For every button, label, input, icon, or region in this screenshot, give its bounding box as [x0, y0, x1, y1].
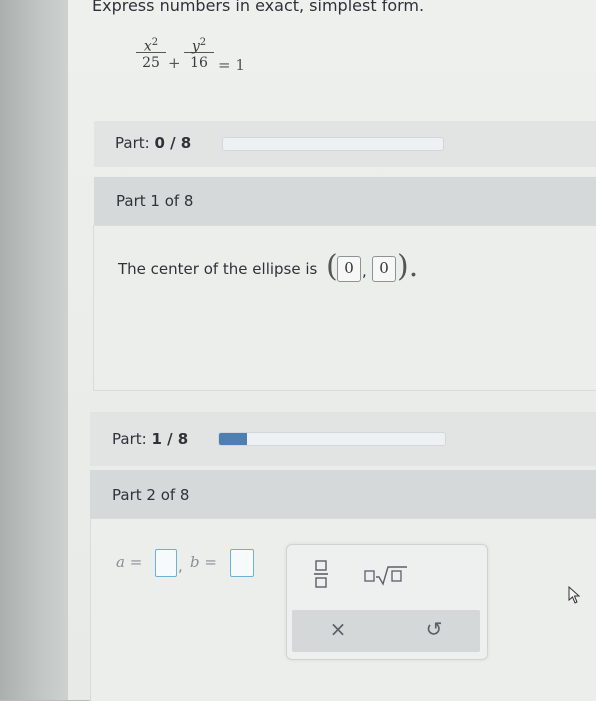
undo-icon[interactable]: ↺ — [424, 617, 444, 641]
open-paren: ( — [326, 249, 338, 284]
progress-prefix-mid: Part: — [112, 430, 152, 448]
part1-content — [93, 225, 596, 391]
instruction-text: Express numbers in exact, simplest form. — [92, 0, 425, 15]
fraction-x: x2 25 — [136, 34, 166, 72]
ab-comma: , — [178, 557, 183, 575]
plus-sign: + — [168, 54, 181, 72]
a-input[interactable] — [155, 549, 177, 577]
progress-prefix: Part: — [115, 134, 155, 152]
x-denominator: 25 — [142, 55, 160, 71]
toolpad-action-bar — [292, 610, 480, 652]
progress-bar-mid — [218, 432, 446, 446]
mouse-pointer-icon — [568, 585, 582, 604]
x-variable: x — [143, 38, 152, 55]
center-statement: The center of the ellipse is — [118, 260, 318, 278]
equals-one: = 1 — [218, 56, 245, 74]
progress-value-mid: 1 / 8 — [151, 430, 189, 448]
fraction-y: y2 16 — [184, 34, 214, 72]
progress-label-top: Part: 0 / 8 — [115, 134, 191, 152]
close-paren: ). — [397, 249, 419, 284]
progress-label-mid: Part: 1 / 8 — [112, 430, 188, 448]
clear-icon[interactable]: × — [328, 617, 348, 641]
sqrt-icon[interactable] — [364, 564, 408, 586]
progress-fill-mid — [219, 433, 248, 445]
b-label: b = — [190, 553, 217, 571]
progress-bar-top — [222, 137, 444, 151]
x-exponent: 2 — [151, 37, 159, 48]
b-input[interactable] — [230, 549, 254, 577]
part2-header: Part 2 of 8 — [112, 486, 190, 504]
part1-header: Part 1 of 8 — [116, 192, 194, 210]
progress-value: 0 / 8 — [154, 134, 192, 152]
y-exponent: 2 — [199, 37, 207, 48]
left-bezel — [0, 0, 68, 700]
a-label: a = — [116, 553, 143, 571]
fraction-icon[interactable] — [314, 559, 328, 589]
y-variable: y — [191, 38, 200, 55]
y-denominator: 16 — [190, 55, 208, 71]
center-comma: , — [362, 262, 367, 280]
center-x-input[interactable]: 0 — [337, 256, 361, 282]
center-y-input[interactable]: 0 — [372, 256, 396, 282]
